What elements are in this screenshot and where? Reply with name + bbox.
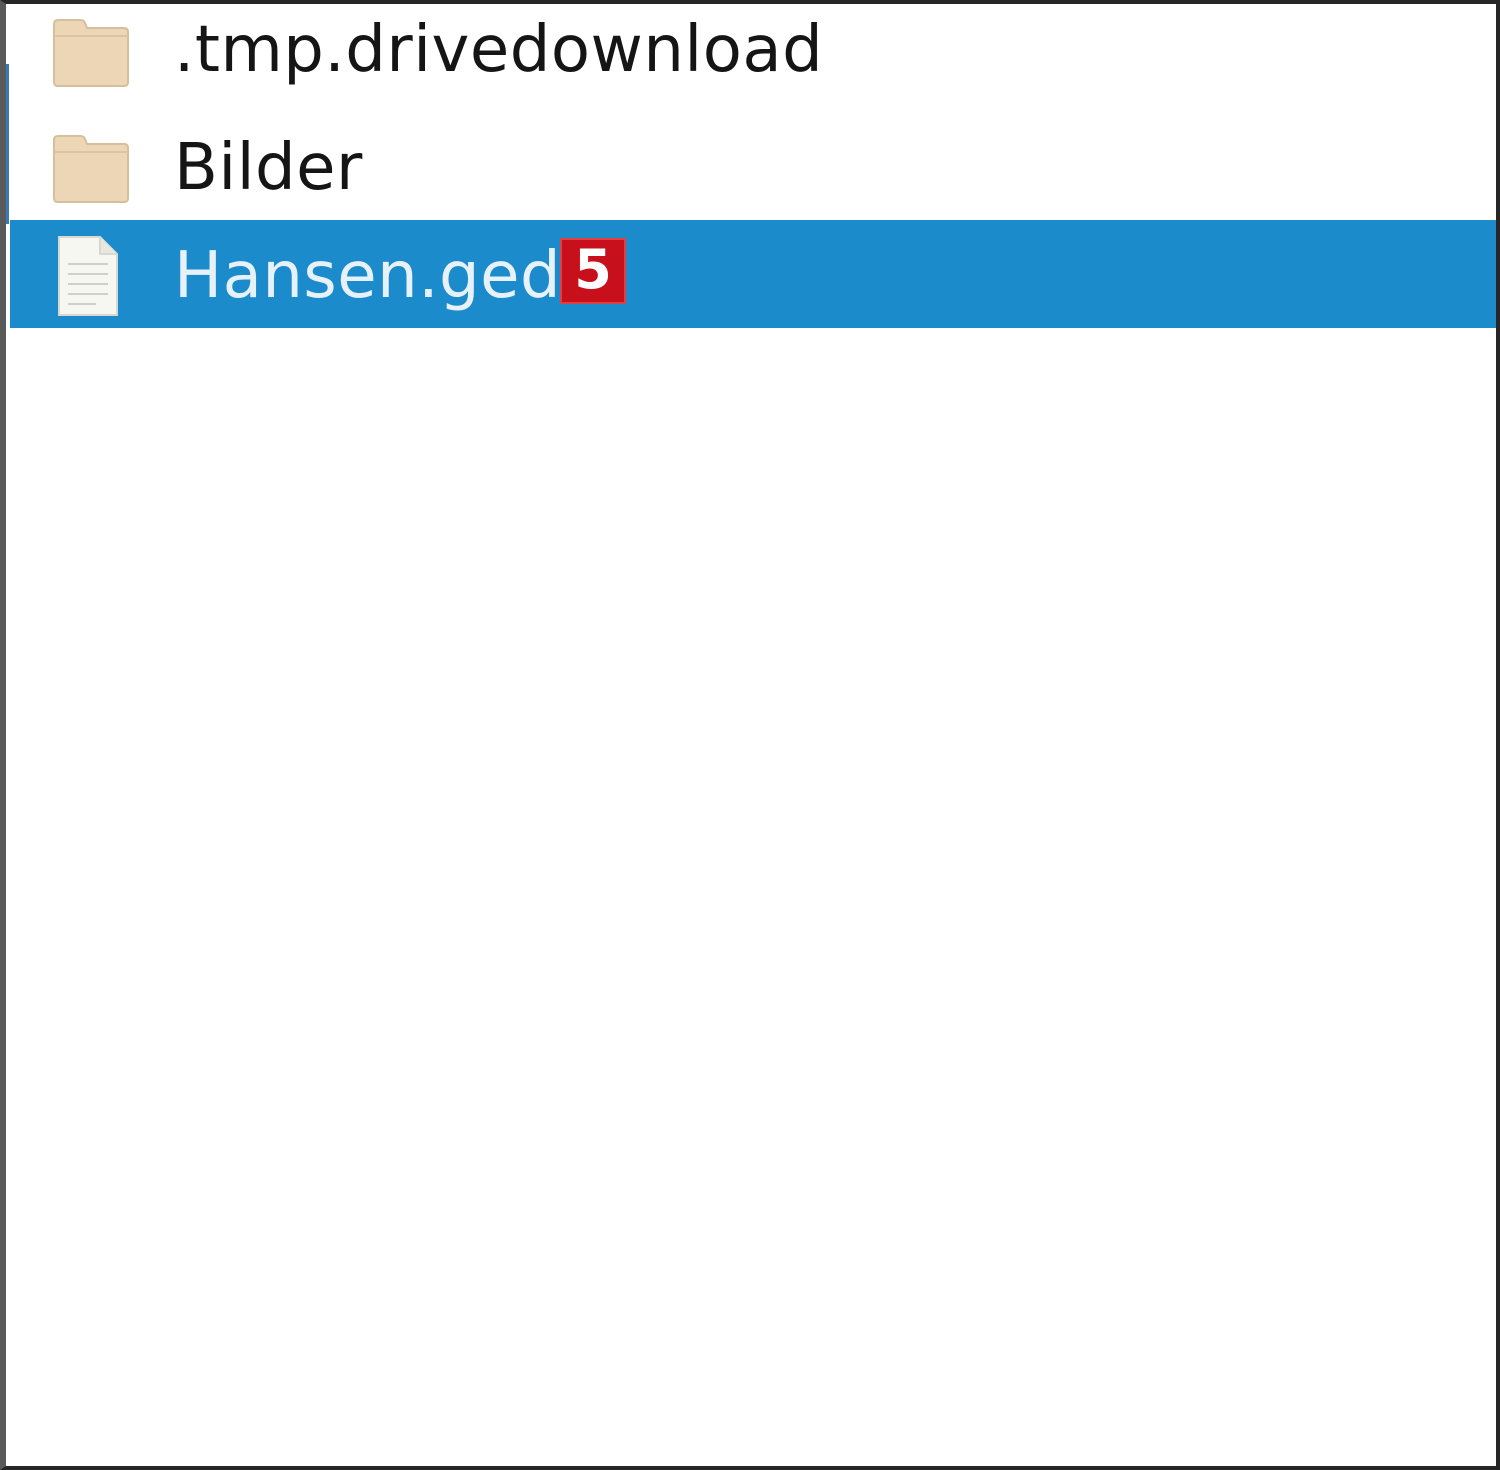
file-name: .tmp.drivedownload — [174, 13, 824, 87]
file-list-pane: .tmp.drivedownload Bilder Hansen.ged 5 — [0, 0, 1500, 1470]
file-name: Bilder — [174, 131, 363, 205]
file-list-item-bilder[interactable]: Bilder — [10, 112, 1496, 220]
notification-badge: 5 — [560, 238, 626, 304]
document-icon — [56, 234, 120, 318]
folder-icon — [50, 134, 130, 204]
file-list-item-hansen-ged[interactable]: Hansen.ged 5 — [10, 220, 1496, 328]
file-list-item-tmp-drivedownload[interactable]: .tmp.drivedownload — [10, 4, 1496, 112]
folder-icon — [50, 18, 130, 88]
file-list: .tmp.drivedownload Bilder Hansen.ged 5 — [6, 4, 1496, 1466]
file-name: Hansen.ged — [174, 239, 562, 313]
